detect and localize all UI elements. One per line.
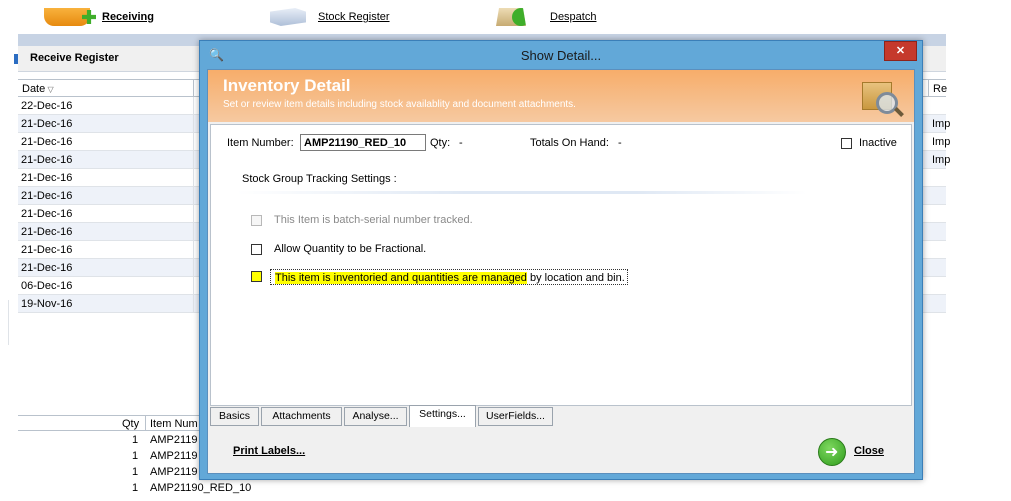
banner-title: Inventory Detail (223, 76, 351, 95)
item-number-label: Item Number: (227, 137, 294, 149)
tab-attachments[interactable]: Attachments (261, 407, 342, 426)
inventoried-label-rest: by location and bin. (526, 272, 627, 284)
row-re: Imp (932, 136, 951, 148)
fractional-label: Allow Quantity to be Fractional. (274, 243, 427, 255)
row-re: Imp (932, 154, 951, 166)
toolbar-receiving[interactable]: Receiving (44, 6, 154, 28)
cell-divider (193, 259, 194, 276)
cell-divider (193, 205, 194, 222)
cell-divider (193, 115, 194, 132)
item-number-field[interactable]: AMP21190_RED_10 (300, 134, 426, 151)
cell-divider (193, 277, 194, 294)
batch-serial-checkbox[interactable] (251, 215, 262, 226)
inactive-label: Inactive (859, 137, 897, 149)
row-date: 21-Dec-16 (21, 154, 73, 166)
lens-handle-shape (894, 107, 904, 117)
stock-register-icon (270, 8, 306, 26)
receiving-icon (44, 8, 90, 26)
despatch-icon (496, 8, 526, 26)
row-date: 21-Dec-16 (21, 172, 73, 184)
inventory-banner: Inventory Detail Set or review item deta… (208, 70, 914, 122)
cell-divider (193, 241, 194, 258)
stock-register-link[interactable]: Stock Register (318, 11, 390, 23)
column-divider[interactable] (193, 80, 194, 97)
column-header-item-number[interactable]: Item Num (150, 418, 198, 430)
row-date: 21-Dec-16 (21, 244, 73, 256)
receiving-link[interactable]: Receiving (102, 11, 154, 23)
inactive-checkbox[interactable] (841, 138, 852, 149)
section-divider (237, 191, 807, 194)
inventoried-label-highlight: This item is inventoried and quantities … (275, 272, 527, 284)
column-header-qty[interactable]: Qty (122, 418, 139, 430)
inventoried-label: This item is inventoried and quantities … (270, 269, 628, 285)
list-item[interactable]: 1 AMP21190_RED_10 (18, 480, 278, 496)
line-qty: 1 (132, 450, 139, 462)
fractional-checkbox[interactable] (251, 244, 262, 255)
window-edge (8, 300, 9, 345)
tab-settings[interactable]: Settings... (409, 405, 476, 427)
cell-divider (193, 151, 194, 168)
qty-label: Qty: (430, 137, 451, 149)
show-detail-dialog: 🔍 Show Detail... ✕ Inventory Detail Set … (199, 40, 923, 480)
tab-userfields[interactable]: UserFields... (478, 407, 553, 426)
qty-value: - (459, 137, 463, 149)
top-toolbar: Receiving Stock Register Despatch (0, 0, 1011, 34)
toolbar-stock-register[interactable]: Stock Register (270, 6, 390, 28)
row-date: 06-Dec-16 (21, 280, 73, 292)
dialog-title: Show Detail... (520, 48, 602, 63)
cell-divider (193, 295, 194, 312)
column-divider[interactable] (928, 80, 929, 97)
box-magnifier-icon (858, 74, 904, 118)
banner-subtitle: Set or review item details including sto… (223, 99, 576, 110)
cell-divider (193, 169, 194, 186)
tab-basics[interactable]: Basics (210, 407, 259, 426)
toolbar-despatch[interactable]: Despatch (496, 6, 596, 28)
row-date: 21-Dec-16 (21, 208, 73, 220)
lines-grid-header: Qty Item Num (18, 415, 208, 431)
row-date: 22-Dec-16 (21, 100, 73, 112)
totals-on-hand-label: Totals On Hand: (530, 137, 609, 149)
line-item: AMP21190_RED_10 (150, 482, 252, 494)
line-item: AMP2119 (150, 450, 198, 462)
tab-analyse[interactable]: Analyse... (344, 407, 407, 426)
cell-divider (193, 187, 194, 204)
column-header-re[interactable]: Re (933, 83, 947, 95)
row-date: 21-Dec-16 (21, 118, 73, 130)
settings-panel: Item Number: AMP21190_RED_10 Qty: - Tota… (210, 124, 912, 406)
cell-divider (193, 97, 194, 114)
register-title: Receive Register (30, 52, 119, 64)
row-date: 21-Dec-16 (21, 136, 73, 148)
inventoried-checkbox[interactable] (251, 271, 262, 282)
row-re: Imp (932, 118, 951, 130)
cell-divider (193, 223, 194, 240)
section-heading: Stock Group Tracking Settings : (242, 173, 397, 185)
close-icon[interactable]: ✕ (884, 41, 917, 61)
batch-serial-label: This Item is batch-serial number tracked… (274, 214, 473, 226)
dialog-footer: Print Labels... Close (208, 432, 914, 473)
totals-on-hand-value: - (618, 137, 622, 149)
cell-divider (193, 133, 194, 150)
column-divider[interactable] (145, 416, 146, 431)
dialog-body: Inventory Detail Set or review item deta… (207, 69, 915, 474)
close-button[interactable]: Close (854, 445, 884, 457)
line-qty: 1 (132, 482, 139, 494)
row-date: 21-Dec-16 (21, 190, 73, 202)
dialog-title-bar[interactable]: 🔍 Show Detail... ✕ (200, 41, 922, 69)
row-date: 21-Dec-16 (21, 226, 73, 238)
row-date: 19-Nov-16 (21, 298, 73, 310)
line-qty: 1 (132, 434, 139, 446)
row-date: 21-Dec-16 (21, 262, 73, 274)
line-qty: 1 (132, 466, 139, 478)
detail-tabs: Basics Attachments Analyse... Settings..… (210, 405, 912, 429)
arrow-right-icon[interactable] (818, 438, 846, 466)
line-item: AMP2119 (150, 466, 198, 478)
despatch-link[interactable]: Despatch (550, 11, 596, 23)
column-header-date[interactable]: Date (22, 83, 54, 95)
line-item: AMP2119 (150, 434, 198, 446)
print-labels-link[interactable]: Print Labels... (233, 445, 305, 457)
